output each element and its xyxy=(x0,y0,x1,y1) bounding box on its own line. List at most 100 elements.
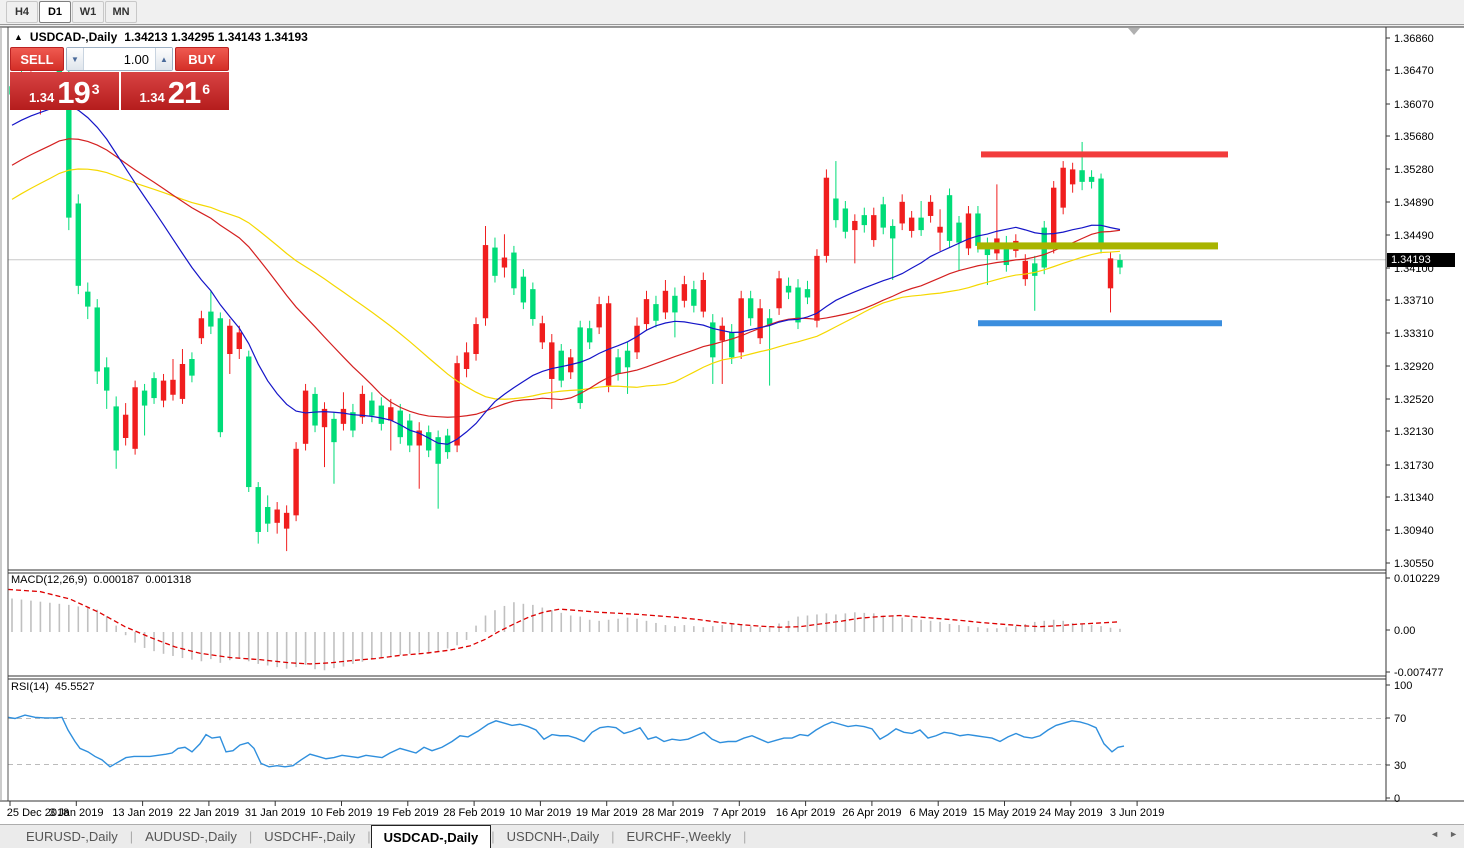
date-axis-label: 31 Jan 2019 xyxy=(245,807,306,819)
timeframe-button-w1[interactable]: W1 xyxy=(72,1,104,23)
candle-body xyxy=(947,195,952,241)
date-axis-label: 7 Apr 2019 xyxy=(713,807,766,819)
ask-price-box[interactable]: 1.34 21 6 xyxy=(121,72,230,110)
one-click-trade-panel: SELL ▼ 1.00 ▲ BUY 1.34 19 3 1.34 21 6 xyxy=(10,47,229,110)
candle-body xyxy=(748,298,753,318)
candle-body xyxy=(170,380,175,395)
candle-body xyxy=(871,215,876,240)
chart-tab-usdcnhdaily[interactable]: USDCNH-,Daily xyxy=(495,825,611,848)
candle-body xyxy=(492,248,497,276)
candle-body xyxy=(123,415,128,438)
tab-scroll-left-icon[interactable]: ◄ xyxy=(1430,829,1439,839)
candle-body xyxy=(180,364,185,399)
date-axis-label: 26 Apr 2019 xyxy=(842,807,901,819)
price-axis-label: 1.32920 xyxy=(1394,361,1434,373)
price-axis-label: 1.30550 xyxy=(1394,558,1434,570)
date-axis-label: 13 Jan 2019 xyxy=(112,807,173,819)
candle-body xyxy=(975,213,980,245)
candle-body xyxy=(1089,177,1094,182)
timeframe-button-d1[interactable]: D1 xyxy=(39,1,71,23)
chart-tab-eurchfweekly[interactable]: EURCHF-,Weekly xyxy=(615,825,744,848)
price-axis-label: 1.32520 xyxy=(1394,394,1434,406)
candle-body xyxy=(540,323,545,342)
chart-symbol-label: USDCAD-,Daily xyxy=(30,30,117,44)
resistance-band[interactable] xyxy=(981,151,1228,157)
candle-body xyxy=(1032,263,1037,275)
pivot-band[interactable] xyxy=(977,242,1218,249)
candle-body xyxy=(937,227,942,233)
price-axis-label: 1.36860 xyxy=(1394,33,1434,45)
chart-tab-audusddaily[interactable]: AUDUSD-,Daily xyxy=(133,825,249,848)
candle-body xyxy=(824,178,829,256)
candle-body xyxy=(549,342,554,379)
candle-body xyxy=(369,401,374,416)
candle-body xyxy=(890,226,895,238)
timeframe-button-h4[interactable]: H4 xyxy=(6,1,38,23)
candle-body xyxy=(729,332,734,357)
candle-body xyxy=(303,391,308,444)
candle-body xyxy=(227,326,232,354)
candle-body xyxy=(341,409,346,424)
candle-body xyxy=(596,304,601,327)
chart-tab-usdcaddaily[interactable]: USDCAD-,Daily xyxy=(371,825,492,848)
rsi-name: RSI(14) xyxy=(11,681,49,693)
chart-tab-usdchfdaily[interactable]: USDCHF-,Daily xyxy=(252,825,367,848)
candle-body xyxy=(757,308,762,338)
macd-axis-label: -0.007477 xyxy=(1394,667,1444,679)
candle-body xyxy=(1108,258,1113,288)
buy-button[interactable]: BUY xyxy=(175,47,229,71)
volume-decrease-icon[interactable]: ▼ xyxy=(67,48,84,70)
chart-canvas[interactable]: 1.368601.364701.360701.356801.352801.348… xyxy=(0,0,1464,848)
support-band[interactable] xyxy=(978,320,1222,326)
candle-body xyxy=(454,363,459,445)
rsi-indicator-label: RSI(14) 45.5527 xyxy=(11,681,95,693)
candle-body xyxy=(256,487,261,532)
candle-body xyxy=(634,326,639,353)
candle-body xyxy=(76,203,81,285)
candle-body xyxy=(918,218,923,230)
volume-increase-icon[interactable]: ▲ xyxy=(155,48,172,70)
price-axis-label: 1.36070 xyxy=(1394,99,1434,111)
tab-scroll-right-icon[interactable]: ► xyxy=(1449,829,1458,839)
candle-body xyxy=(142,391,147,406)
date-axis-label: 22 Jan 2019 xyxy=(179,807,240,819)
date-axis-label: 3 Jun 2019 xyxy=(1110,807,1164,819)
date-axis-label: 16 Apr 2019 xyxy=(776,807,835,819)
tab-scroll-buttons: ◄ ► xyxy=(1430,829,1458,839)
candle-body xyxy=(161,381,166,401)
candle-body xyxy=(578,327,583,403)
candle-body xyxy=(843,208,848,231)
candle-body xyxy=(483,245,488,318)
candle-body xyxy=(786,286,791,293)
candle-body xyxy=(795,287,800,322)
candle-body xyxy=(312,394,317,426)
candle-body xyxy=(1023,261,1028,279)
timeframe-button-mn[interactable]: MN xyxy=(105,1,137,23)
candle-body xyxy=(653,304,658,321)
candle-body xyxy=(682,284,687,301)
bid-price-box[interactable]: 1.34 19 3 xyxy=(10,72,119,110)
bid-pips: 19 xyxy=(57,78,89,108)
sell-button[interactable]: SELL xyxy=(10,47,64,71)
volume-input[interactable]: 1.00 xyxy=(84,48,155,70)
candle-body xyxy=(720,326,725,341)
candle-body xyxy=(199,318,204,338)
chart-tab-eurusddaily[interactable]: EURUSD-,Daily xyxy=(14,825,130,848)
candle-body xyxy=(738,298,743,352)
price-axis-label: 1.36470 xyxy=(1394,65,1434,77)
price-axis-label: 1.35680 xyxy=(1394,131,1434,143)
timeframe-toolbar: H4D1W1MN xyxy=(0,0,1464,25)
candle-body xyxy=(151,378,156,398)
candle-body xyxy=(833,198,838,220)
candle-body xyxy=(814,256,819,321)
candle-body xyxy=(805,289,810,297)
candle-body xyxy=(691,289,696,306)
candle-body xyxy=(360,394,365,417)
candle-body xyxy=(208,312,213,327)
candle-body xyxy=(776,278,781,308)
macd-indicator-label: MACD(12,26,9) 0.000187 0.001318 xyxy=(11,574,191,586)
candle-body xyxy=(464,352,469,369)
candle-body xyxy=(502,258,507,268)
collapse-panel-icon[interactable]: ▲ xyxy=(14,32,23,42)
candle-body xyxy=(862,215,867,225)
